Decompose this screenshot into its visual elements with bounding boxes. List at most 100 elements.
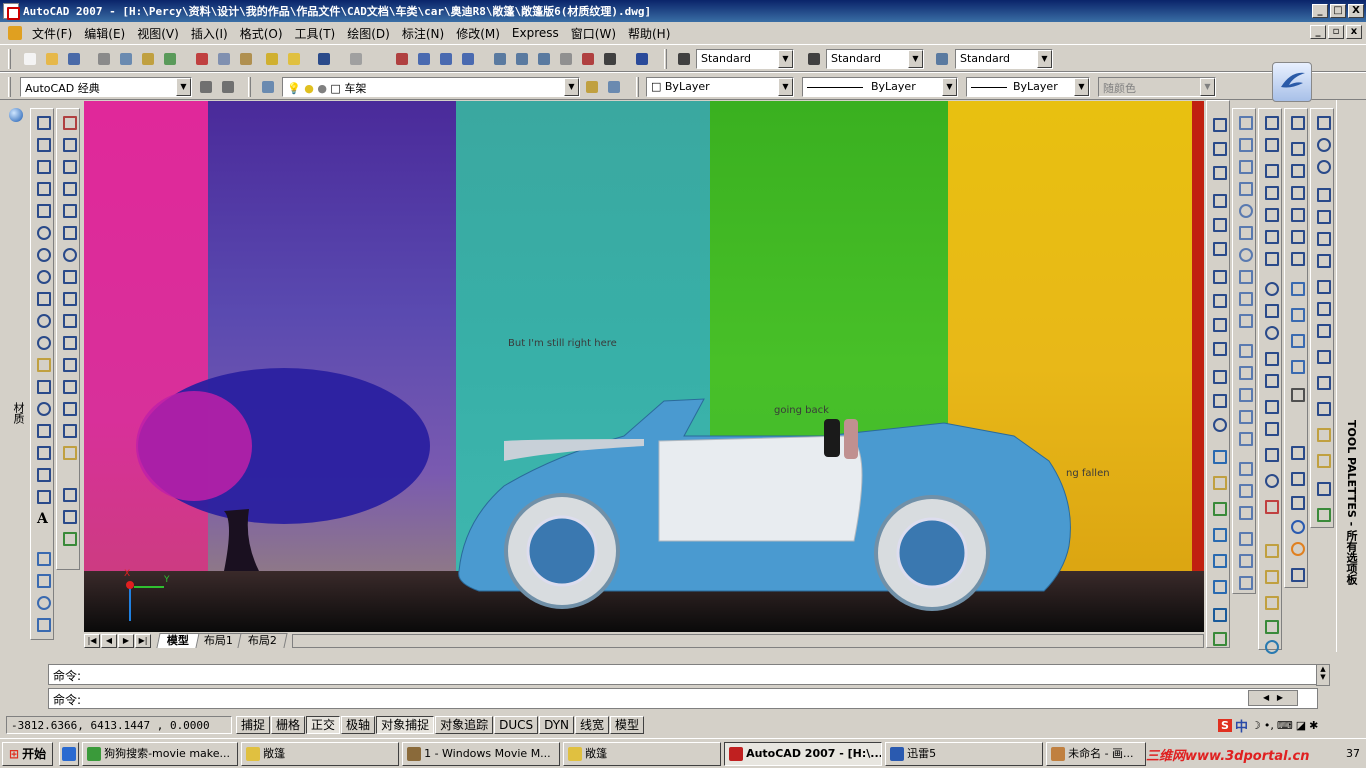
task-movie-maker[interactable]: 1 - Windows Movie M... (402, 741, 561, 766)
view-left-icon[interactable] (1288, 161, 1305, 178)
zoom-window-icon[interactable] (436, 49, 456, 69)
zoom-previous-icon[interactable] (458, 49, 478, 69)
point-icon[interactable] (34, 399, 51, 416)
layer-select[interactable]: 💡 ● ● □ 车架 ▼ (282, 77, 580, 97)
spot-light-icon[interactable] (1262, 593, 1279, 610)
view-bottom-icon[interactable] (1288, 139, 1305, 156)
polysolid-icon[interactable] (1236, 113, 1253, 130)
menu-draw[interactable]: 绘图(D) (341, 25, 396, 42)
status-ducs-button[interactable]: DUCS (494, 716, 539, 734)
status-lineweight-button[interactable]: 线宽 (575, 716, 610, 734)
visual-style-hidden-icon[interactable] (1288, 331, 1305, 348)
advanced-render-icon[interactable] (1210, 577, 1227, 594)
command-hscroll-arrows[interactable]: ◀ ▶ (1248, 690, 1298, 706)
layer-previous-icon[interactable] (604, 77, 624, 97)
menu-modify[interactable]: 修改(M) (450, 25, 506, 42)
snap-extension-icon[interactable] (1262, 249, 1279, 266)
snap-nearest-icon[interactable] (1262, 445, 1279, 462)
walkthrough-icon[interactable] (1314, 425, 1331, 442)
menu-edit[interactable]: 编辑(E) (78, 25, 131, 42)
ellipse-arc-icon[interactable] (34, 333, 51, 350)
mapping-icon[interactable] (1210, 525, 1227, 542)
make-object-layer-current-icon[interactable] (582, 77, 602, 97)
view-right-icon[interactable] (1288, 183, 1305, 200)
continuous-orbit-icon[interactable] (1314, 185, 1331, 202)
redo-icon[interactable] (346, 49, 366, 69)
camera-icon[interactable] (34, 615, 51, 632)
snap-node-icon[interactable] (1262, 419, 1279, 436)
status-grid-button[interactable]: 栅格 (271, 716, 306, 734)
snap-parallel-icon[interactable] (1262, 371, 1279, 388)
orbit-icon[interactable] (34, 593, 51, 610)
view-top-icon[interactable] (1288, 113, 1305, 130)
fillet-icon[interactable] (60, 421, 77, 438)
viewpoint-icon[interactable] (1314, 479, 1331, 496)
hatch-icon[interactable] (34, 421, 51, 438)
snap-midpoint-icon[interactable] (1262, 183, 1279, 200)
ordinate-dimension-icon[interactable] (1210, 191, 1227, 208)
multiline-text-icon[interactable]: A (37, 511, 48, 527)
snap-perpendicular-icon[interactable] (1262, 349, 1279, 366)
design-center-icon[interactable] (512, 49, 532, 69)
render-environment-icon[interactable] (1210, 551, 1227, 568)
subtract-icon[interactable] (1236, 481, 1253, 498)
copy-object-icon[interactable] (60, 135, 77, 152)
wedge-icon[interactable] (1236, 157, 1253, 174)
adjust-distance-icon[interactable] (1314, 207, 1331, 224)
lineweight-control-select[interactable]: ByLayer ▼ (966, 77, 1090, 97)
camera-view-icon[interactable] (1288, 385, 1305, 402)
horizontal-scrollbar[interactable] (292, 634, 1204, 648)
plot-preview-icon[interactable] (116, 49, 136, 69)
undo-icon[interactable] (314, 49, 334, 69)
aligned-dimension-icon[interactable] (1210, 139, 1227, 156)
make-block-icon[interactable] (34, 377, 51, 394)
ucs-3point-icon[interactable] (1288, 517, 1305, 534)
plot-icon[interactable] (94, 49, 114, 69)
workspace-select[interactable]: AutoCAD 经典 ▼ (20, 77, 192, 97)
materials-palette-strip[interactable]: 材质 (0, 102, 30, 632)
snap-none-icon[interactable] (1262, 471, 1279, 488)
gradient-icon[interactable] (34, 443, 51, 460)
point-light-icon[interactable] (1262, 567, 1279, 584)
lights-icon[interactable] (1210, 473, 1227, 490)
menu-tools[interactable]: 工具(T) (289, 25, 342, 42)
plan-view-icon[interactable] (1314, 399, 1331, 416)
tab-model[interactable]: 模型 (156, 633, 200, 648)
move-icon[interactable] (60, 223, 77, 240)
3d-pan-icon[interactable] (1314, 277, 1331, 294)
task-sogou-browser[interactable]: 狗狗搜索-movie make... (82, 741, 239, 766)
spline-icon[interactable] (34, 289, 51, 306)
ucs-object-icon[interactable] (1288, 539, 1305, 556)
light-bulb-icon[interactable] (1262, 541, 1279, 558)
menu-view[interactable]: 视图(V) (131, 25, 185, 42)
ucs-origin-icon[interactable] (1288, 493, 1305, 510)
slice-icon[interactable] (1236, 551, 1253, 568)
workspace-settings-icon[interactable] (196, 77, 216, 97)
status-model-button[interactable]: 模型 (610, 716, 645, 734)
union-icon[interactable] (1236, 459, 1253, 476)
box-icon[interactable] (1236, 135, 1253, 152)
break-icon[interactable] (60, 355, 77, 372)
3d-move-icon[interactable] (60, 485, 77, 502)
quick-dimension-icon[interactable] (1210, 291, 1227, 308)
status-ortho-button[interactable]: 正交 (306, 716, 341, 734)
polyline-icon[interactable] (34, 157, 51, 174)
polygon-icon[interactable] (34, 179, 51, 196)
snap-insert-icon[interactable] (1262, 397, 1279, 414)
visual-style-2d-icon[interactable] (1288, 279, 1305, 296)
circle-icon[interactable] (34, 245, 51, 262)
first-tab-button[interactable]: |◀ (84, 634, 100, 648)
tab-layout1[interactable]: 布局1 (193, 633, 244, 648)
join-icon[interactable] (60, 377, 77, 394)
named-views-icon[interactable] (1314, 373, 1331, 390)
diameter-dimension-icon[interactable] (1210, 239, 1227, 256)
snap-tangent-icon[interactable] (1262, 323, 1279, 340)
sun-icon[interactable] (1210, 629, 1227, 646)
3d-array-icon[interactable] (1236, 529, 1253, 546)
ime-punct-icon[interactable]: •, (1264, 719, 1274, 732)
table-style-select[interactable]: Standard ▼ (955, 49, 1053, 69)
helix-icon[interactable] (1236, 289, 1253, 306)
constrained-orbit-icon[interactable] (1314, 135, 1331, 152)
paste-icon[interactable] (236, 49, 256, 69)
tool-palettes-icon[interactable] (534, 49, 554, 69)
